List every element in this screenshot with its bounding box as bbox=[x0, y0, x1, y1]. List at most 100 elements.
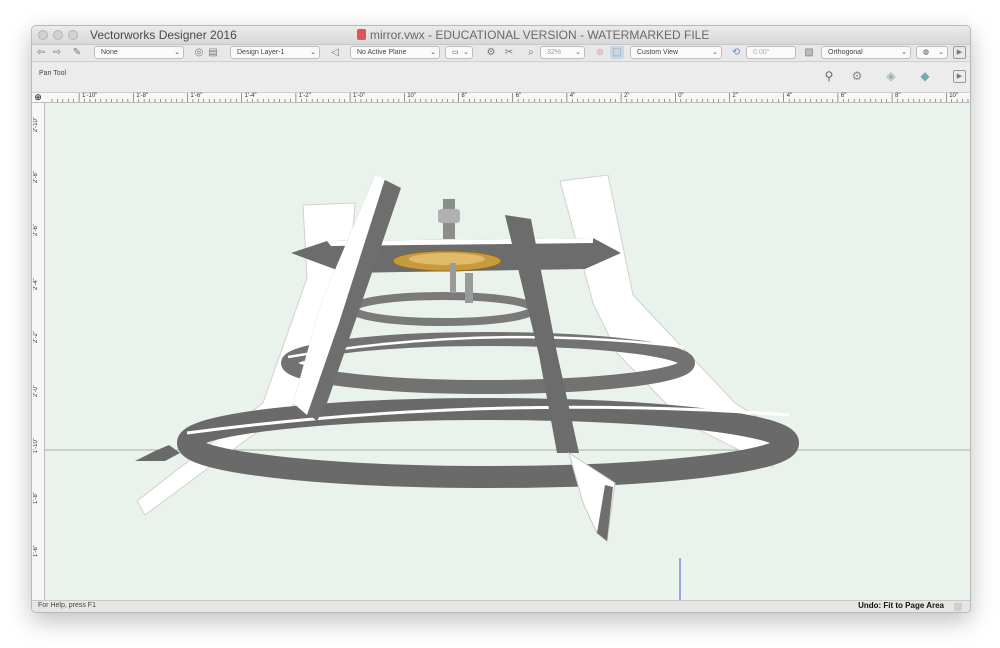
help-text: For Help, press F1 bbox=[38, 602, 96, 609]
close-window-button[interactable] bbox=[38, 30, 48, 40]
model-view bbox=[45, 174, 970, 600]
layer-options-icon[interactable]: ▤ bbox=[206, 46, 220, 59]
chevron-down-icon: ⌄ bbox=[575, 49, 581, 56]
gear-inner bbox=[409, 253, 485, 265]
vertical-ruler-label: 2'-0" bbox=[33, 384, 39, 397]
rotate-view-icon[interactable]: ⟲ bbox=[729, 46, 743, 59]
shaft-left bbox=[465, 273, 473, 303]
ruler-label: 0" bbox=[678, 93, 684, 99]
vertical-ruler-label: 2'-4" bbox=[33, 277, 39, 290]
chevron-down-icon: ⌄ bbox=[901, 49, 907, 56]
plane-select[interactable]: No Active Plane ⌄ bbox=[350, 46, 440, 59]
horizontal-ruler[interactable]: 1'-10" 1'-8" 1'-6" 1'-4" 1'-2" 1'-0" 10" 8" 6" 4"… bbox=[32, 93, 970, 103]
vertical-ruler[interactable]: 2'-10" 2'-8" 2'-6" 2'-4" 2'-2" 2'-0" 1'-10" 1'-… bbox=[32, 103, 45, 600]
section-icon[interactable]: ✂ bbox=[502, 46, 516, 59]
view-select-value: Custom View bbox=[637, 49, 679, 56]
projection-select[interactable]: Orthogonal ⌄ bbox=[821, 46, 911, 59]
chevron-down-icon: ⌄ bbox=[430, 49, 436, 56]
vertical-ruler-label: 1'-10" bbox=[33, 438, 39, 454]
document-title: mirror.vwx - EDUCATIONAL VERSION - WATER… bbox=[357, 28, 709, 42]
resize-grip-icon[interactable] bbox=[954, 603, 962, 611]
minimize-window-button[interactable] bbox=[53, 30, 63, 40]
forward-icon[interactable]: ⇨ bbox=[50, 46, 64, 59]
ruler-label: 6" bbox=[515, 93, 522, 99]
class-select-value: None bbox=[101, 49, 118, 56]
view-plane-icon[interactable]: ⬚ bbox=[610, 46, 624, 59]
undo-status: Undo: Fit to Page Area bbox=[858, 601, 944, 610]
ruler-label: 2" bbox=[624, 93, 630, 99]
play-icon[interactable]: ▶ bbox=[953, 46, 966, 59]
vertical-ruler-label: 2'-2" bbox=[33, 331, 39, 343]
ruler-ticks bbox=[51, 93, 969, 102]
ruler-label: 1'-0" bbox=[353, 93, 365, 99]
status-bar: For Help, press F1 Undo: Fit to Page Are… bbox=[32, 600, 970, 612]
active-tool-label: Pan Tool bbox=[39, 70, 67, 77]
top-collar bbox=[438, 209, 460, 223]
ruler-label: 4" bbox=[786, 93, 793, 99]
ruler-label: 10" bbox=[949, 93, 958, 99]
settings-gear-icon[interactable]: ⚙ bbox=[850, 70, 864, 83]
vertical-ruler-label: 2'-8" bbox=[33, 170, 39, 183]
layers-icon[interactable]: ◎ bbox=[192, 46, 206, 59]
app-title: Vectorworks Designer 2016 bbox=[90, 28, 237, 42]
ruler-label: 1'-4" bbox=[244, 93, 257, 99]
projection-icon[interactable]: ▧ bbox=[802, 46, 816, 59]
snap-icon[interactable]: ⚲ bbox=[822, 70, 836, 83]
ruler-label: 6" bbox=[840, 93, 847, 99]
tool-bar: Pan Tool ⚲ ⚙ ◈ ◆ ▶ bbox=[32, 62, 970, 93]
zoom-value: 32% bbox=[547, 49, 562, 56]
fin-left-tip bbox=[135, 445, 180, 461]
ruler-label: 2" bbox=[732, 93, 738, 99]
vertical-ruler-label: 1'-8" bbox=[33, 491, 39, 504]
ruler-label: 1'-6" bbox=[190, 93, 203, 99]
vertical-ruler-label: 1'-6" bbox=[33, 545, 39, 557]
ruler-label: 8" bbox=[461, 93, 467, 99]
projection-select-value: Orthogonal bbox=[828, 49, 863, 56]
ruler-label: 10" bbox=[407, 93, 416, 99]
zoom-field[interactable]: 32% ⌄ bbox=[540, 46, 585, 59]
layer-select[interactable]: Design Layer-1 ⌄ bbox=[230, 46, 320, 59]
ring-upper bbox=[349, 292, 537, 326]
chevron-down-icon: ⌄ bbox=[712, 49, 718, 56]
shape-tool-icon[interactable]: ◈ bbox=[884, 70, 898, 83]
sheet-select[interactable]: ▭ ⌄ bbox=[445, 46, 473, 59]
document-icon bbox=[357, 29, 366, 40]
ruler-label: 8" bbox=[895, 93, 901, 99]
angle-value: 0.00° bbox=[753, 49, 770, 56]
angle-field[interactable]: 0.00° bbox=[746, 46, 796, 59]
plane-select-value: No Active Plane bbox=[357, 49, 407, 56]
ring-bottom bbox=[177, 398, 799, 488]
render-mode-icon: ◍ bbox=[923, 49, 930, 56]
render-icon[interactable]: ⚙ bbox=[484, 46, 498, 59]
view-select[interactable]: Custom View ⌄ bbox=[630, 46, 722, 59]
sheet-icon: ▭ bbox=[452, 49, 459, 56]
expand-icon[interactable]: ▶ bbox=[953, 70, 966, 83]
view-tool-icon[interactable]: ◆ bbox=[918, 70, 932, 83]
plane-icon[interactable]: ◁ bbox=[328, 46, 342, 59]
chevron-down-icon: ⌄ bbox=[310, 49, 316, 56]
class-options-icon[interactable]: ✎ bbox=[70, 46, 84, 59]
ruler-label: 1'-8" bbox=[136, 93, 149, 99]
flyover-icon[interactable]: ⊕ bbox=[593, 46, 607, 59]
crosshair-icon[interactable]: ⊕ bbox=[33, 93, 43, 102]
document-title-text: mirror.vwx - EDUCATIONAL VERSION - WATER… bbox=[370, 28, 710, 42]
app-window: Vectorworks Designer 2016 mirror.vwx - E… bbox=[31, 25, 971, 613]
ruler-label: 1'-10" bbox=[82, 93, 98, 99]
render-mode-select[interactable]: ◍ ⌄ bbox=[916, 46, 948, 59]
shaft-right bbox=[450, 263, 456, 293]
back-icon[interactable]: ⇦ bbox=[34, 46, 48, 59]
chevron-down-icon: ⌄ bbox=[938, 49, 944, 56]
class-select[interactable]: None ⌄ bbox=[94, 46, 184, 59]
view-bar: ⇦ ⇨ ✎ None ⌄ ◎ ▤ Design Layer-1 ⌄ ◁ No Act… bbox=[32, 45, 970, 62]
ruler-label: 1'-2" bbox=[298, 93, 311, 99]
ruler-label: 4" bbox=[569, 93, 576, 99]
zoom-window-button[interactable] bbox=[68, 30, 78, 40]
title-bar: Vectorworks Designer 2016 mirror.vwx - E… bbox=[32, 26, 970, 45]
layer-select-value: Design Layer-1 bbox=[237, 49, 285, 56]
zoom-icon[interactable]: ⌕ bbox=[524, 46, 538, 59]
vertical-ruler-label: 2'-6" bbox=[33, 224, 39, 236]
drawing-canvas[interactable] bbox=[45, 103, 970, 600]
chevron-down-icon: ⌄ bbox=[463, 49, 469, 56]
vertical-ruler-label: 2'-10" bbox=[33, 117, 39, 133]
chevron-down-icon: ⌄ bbox=[174, 49, 180, 56]
